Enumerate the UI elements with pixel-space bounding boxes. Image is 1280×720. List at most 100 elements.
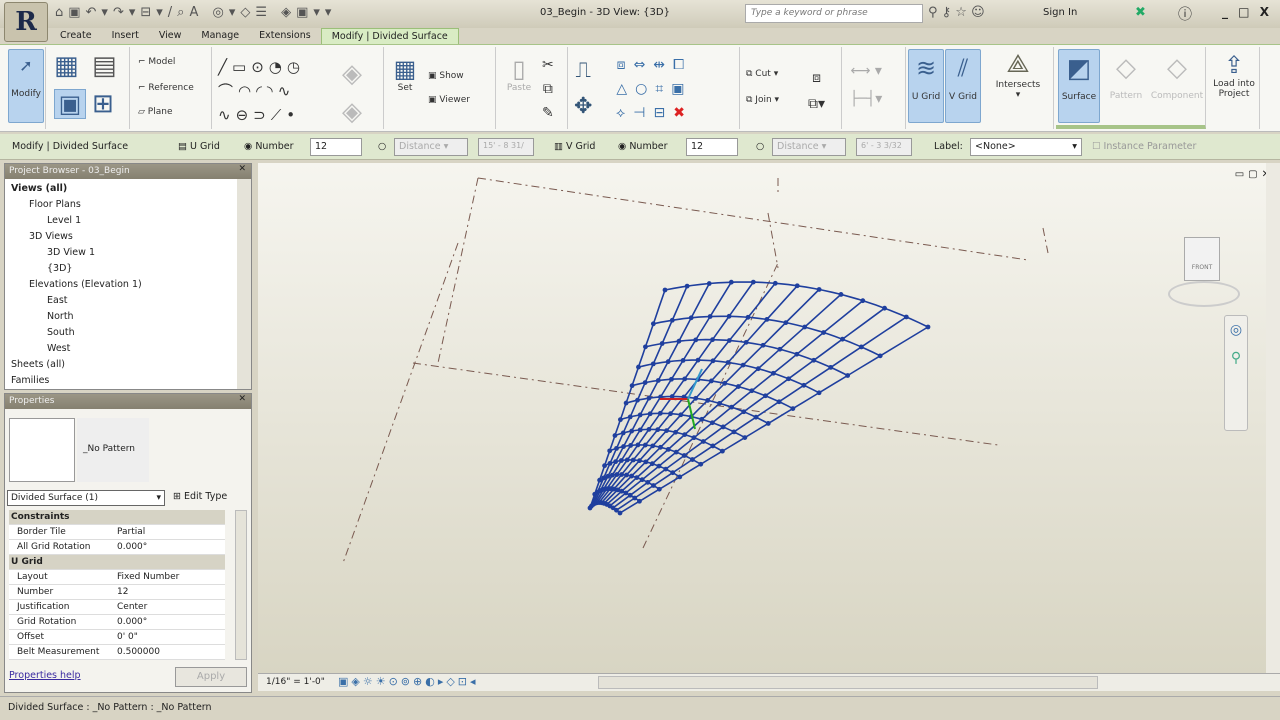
property-row[interactable]: Belt Measurement 0.500000 — [9, 645, 225, 660]
tab-manage[interactable]: Manage — [191, 28, 249, 44]
u-grid-button[interactable]: ≋ U Grid — [908, 49, 944, 123]
clipboard-tools[interactable]: ✂ ⧉ ✎ — [542, 53, 554, 125]
property-row[interactable]: Number 12 — [9, 585, 225, 600]
property-row[interactable]: Layout Fixed Number — [9, 570, 225, 585]
steering-wheel-icon[interactable]: ◎ — [1230, 322, 1242, 338]
browser-node[interactable]: Sheets (all) — [11, 359, 65, 370]
divided-surface-drawing[interactable] — [258, 163, 1280, 673]
modify-button[interactable]: ➚ Modify — [8, 49, 44, 123]
browser-node[interactable]: Floor Plans — [29, 199, 81, 210]
vertical-scrollbar[interactable] — [1266, 163, 1280, 673]
tab-modify-divided-surface[interactable]: Modify | Divided Surface — [320, 28, 459, 44]
family-category-icon[interactable]: ⊞ — [92, 89, 114, 119]
cut-button[interactable]: ⧉ Cut ▾ — [746, 69, 778, 79]
v-number-radio[interactable]: ◉ Number — [618, 141, 667, 152]
close-icon[interactable]: ✕ — [238, 394, 246, 404]
browser-node[interactable]: North — [47, 311, 74, 322]
v-distance-value[interactable]: 6' - 3 3/32 — [856, 138, 912, 156]
type-selector[interactable]: Divided Surface (1) ▾ — [7, 490, 165, 506]
u-number-radio[interactable]: ◉ Number — [244, 141, 293, 152]
navigation-bar[interactable]: ◎ ⚲ — [1224, 315, 1248, 431]
property-value[interactable]: 0.500000 — [117, 647, 160, 657]
v-number-input[interactable]: 12 — [686, 138, 738, 156]
family-types-icon[interactable]: ▤ — [92, 51, 117, 81]
tab-insert[interactable]: Insert — [102, 28, 149, 44]
instance-parameter-checkbox[interactable]: ☐ Instance Parameter — [1092, 141, 1196, 152]
component-button[interactable]: ◇ Component — [1150, 49, 1204, 101]
set-button[interactable]: ▦ Set — [390, 55, 420, 93]
property-row[interactable]: All Grid Rotation 0.000° — [9, 540, 225, 555]
browser-node[interactable]: South — [47, 327, 75, 338]
property-row[interactable]: Justification Center — [9, 600, 225, 615]
v-distance-select[interactable]: Distance ▾ — [772, 138, 846, 156]
type-properties-icon[interactable]: ▦ — [54, 51, 79, 81]
horizontal-scrollbar[interactable] — [598, 676, 1098, 689]
draw-tools-gallery[interactable]: ╱▭⊙◔◷ ⌒◠◜◝∿ ∿⊖⊃⟋• — [218, 55, 305, 127]
tab-create[interactable]: Create — [50, 28, 102, 44]
property-value[interactable]: 0.000° — [117, 542, 147, 552]
window-controls[interactable]: _ □ X — [1222, 5, 1272, 19]
zoom-icon[interactable]: ⚲ — [1231, 350, 1241, 366]
v-grid-button[interactable]: ⫽ V Grid — [945, 49, 981, 123]
browser-node[interactable]: Views (all) — [11, 183, 67, 194]
label-select[interactable]: <None> ▾ — [970, 138, 1082, 156]
property-value[interactable]: Fixed Number — [117, 572, 179, 582]
property-value[interactable]: 0' 0" — [117, 632, 138, 642]
properties-help-link[interactable]: Properties help — [9, 670, 81, 681]
browser-node[interactable]: Elevations (Elevation 1) — [29, 279, 142, 290]
browser-node[interactable]: Families — [11, 375, 49, 386]
v-distance-radio[interactable]: ○ — [756, 141, 764, 152]
intersects-button[interactable]: ⟁ Intersects ▾ — [990, 49, 1046, 100]
tab-view[interactable]: View — [149, 28, 192, 44]
u-distance-value[interactable]: 15' - 8 31/ — [478, 138, 534, 156]
u-distance-radio[interactable]: ○ — [378, 141, 386, 152]
align-move-icons[interactable]: ⎍ ✥ — [574, 53, 592, 125]
3d-view-canvas[interactable]: ▭▢✕ FRONT ◎ ⚲ — [258, 163, 1280, 673]
sign-in-link[interactable]: Sign In — [1043, 7, 1077, 18]
edit-type-button[interactable]: ⊞ Edit Type — [173, 491, 227, 502]
browser-node[interactable]: Level 1 — [47, 215, 81, 226]
viewcube[interactable]: FRONT — [1148, 229, 1244, 309]
browser-node[interactable]: East — [47, 295, 68, 306]
u-distance-select[interactable]: Distance ▾ — [394, 138, 468, 156]
browser-node[interactable]: West — [47, 343, 70, 354]
viewcube-front-face[interactable]: FRONT — [1184, 237, 1220, 281]
tab-extensions[interactable]: Extensions — [249, 28, 321, 44]
property-value[interactable]: 0.000° — [117, 617, 147, 627]
show-button[interactable]: ▣ Show — [428, 71, 464, 81]
property-value[interactable]: 12 — [117, 587, 128, 597]
view-control-icons[interactable]: ▣◈☼☀⊙⊚⊕◐▸◇⊡◂ — [338, 675, 479, 688]
dimension-icons[interactable]: ⟷ ▾ ├─┤▾ — [850, 57, 882, 113]
pattern-button[interactable]: ◇ Pattern — [1104, 49, 1148, 101]
geometry-icons[interactable]: ⧈ ⧉▾ — [808, 65, 825, 117]
join-button[interactable]: ⧉ Join ▾ — [746, 95, 779, 105]
form-tools-icon[interactable]: ◈ ◈ — [342, 55, 362, 131]
model-line-button[interactable]: ⌐ Model — [138, 57, 175, 67]
quick-access-toolbar[interactable]: ⌂▣↶▾↷▾⊟▾/⌕A ◎▾◇☰ ◈▣▾▾ — [55, 5, 336, 20]
help-icon[interactable]: ⓘ — [1178, 4, 1192, 24]
browser-node[interactable]: 3D View 1 — [47, 247, 95, 258]
modify-tools-grid[interactable]: ⧈⇔⇹⧠ △○⌗▣ ⟡⊣⊟✖ — [616, 53, 693, 125]
u-number-input[interactable]: 12 — [310, 138, 362, 156]
viewer-button[interactable]: ▣ Viewer — [428, 95, 470, 105]
u-grid-toggle[interactable]: ▤ U Grid — [178, 141, 220, 152]
property-row[interactable]: Offset 0' 0" — [9, 630, 225, 645]
v-grid-toggle[interactable]: ▥ V Grid — [554, 141, 595, 152]
properties-icon[interactable]: ▣ — [54, 89, 86, 119]
surface-button[interactable]: ◩ Surface — [1058, 49, 1100, 123]
paste-button[interactable]: ▯ Paste — [504, 55, 534, 93]
search-input[interactable]: Type a keyword or phrase — [745, 4, 923, 23]
property-row[interactable]: Grid Rotation 0.000° — [9, 615, 225, 630]
browser-node[interactable]: {3D} — [47, 263, 72, 274]
load-into-project-button[interactable]: ⇪ Load into Project — [1210, 51, 1258, 99]
exchange-icon[interactable]: ✖ — [1135, 5, 1146, 20]
infocenter-icons[interactable]: ⚲ ⚷ ☆ ☺ — [928, 5, 985, 20]
properties-scrollbar[interactable] — [235, 510, 247, 660]
close-icon[interactable]: ✕ — [238, 164, 246, 174]
scale-button[interactable]: 1/16" = 1'-0" — [266, 677, 325, 687]
property-row[interactable]: Border Tile Partial — [9, 525, 225, 540]
browser-node[interactable]: 3D Views — [29, 231, 73, 242]
reference-line-button[interactable]: ⌐ Reference — [138, 83, 194, 93]
property-value[interactable]: Center — [117, 602, 147, 612]
apply-button[interactable]: Apply — [175, 667, 247, 687]
